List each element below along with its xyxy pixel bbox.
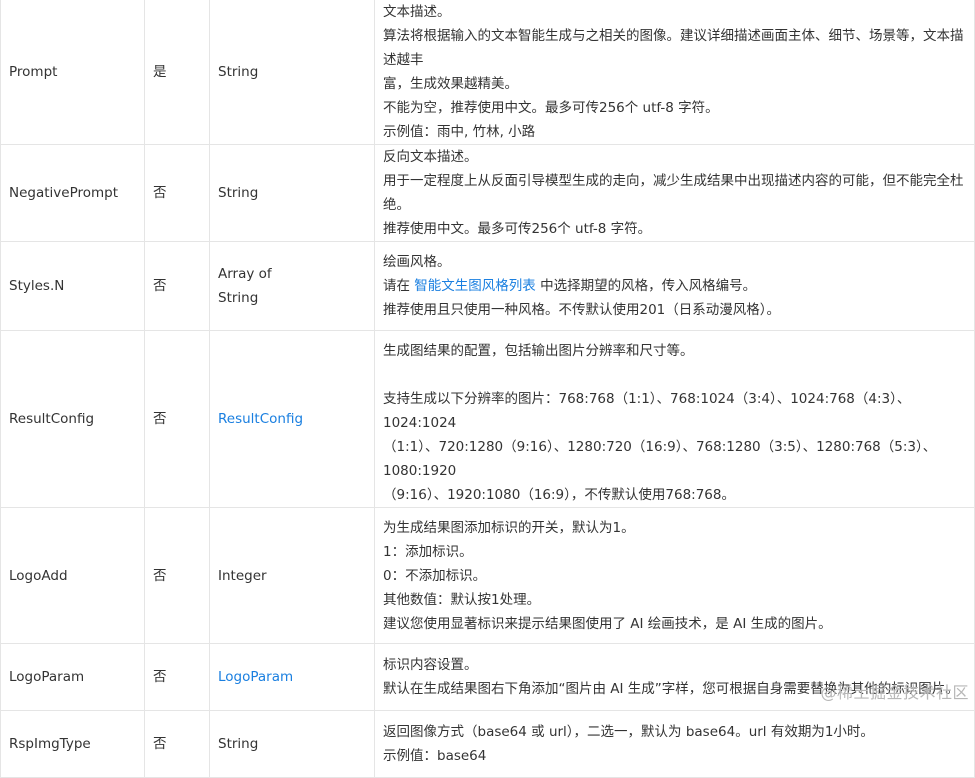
param-type-line: Array of — [218, 266, 272, 282]
logoparam-type-link[interactable]: LogoParam — [218, 669, 293, 685]
description-line: 返回图像方式（base64 或 url），二选一，默认为 base64。url … — [383, 724, 874, 740]
link-prefix: 请在 — [383, 278, 415, 294]
param-required: 否 — [144, 710, 210, 778]
param-type-line: String — [218, 290, 259, 306]
description-line: 示例值：base64 — [383, 748, 487, 764]
description-line: 1：添加标识。 — [383, 543, 473, 560]
table-row: LogoAdd 否 Integer 为生成结果图添加标识的开关，默认为1。 1：… — [0, 507, 975, 644]
param-name: ResultConfig — [0, 330, 145, 508]
param-name: LogoParam — [0, 643, 145, 711]
table-row: RspImgType 否 String 返回图像方式（base64 或 url）… — [0, 710, 975, 778]
param-type-link-cell: LogoParam — [209, 643, 375, 711]
param-type: Integer — [209, 507, 375, 644]
description-line: 生成图结果的配置，包括输出图片分辨率和尺寸等。 — [383, 343, 694, 359]
description-line: 文本描述。 — [383, 4, 451, 20]
param-description: 生成图结果的配置，包括输出图片分辨率和尺寸等。 支持生成以下分辨率的图片：768… — [374, 330, 975, 508]
table-row: ResultConfig 否 ResultConfig 生成图结果的配置，包括输… — [0, 330, 975, 508]
link-suffix: 中选择期望的风格，传入风格编号。 — [535, 278, 757, 294]
table-row: Styles.N 否 Array of String 绘画风格。 请在 智能文生… — [0, 241, 975, 331]
param-type: String — [209, 710, 375, 778]
param-type: String — [209, 0, 375, 145]
resultconfig-type-link[interactable]: ResultConfig — [218, 411, 303, 427]
api-parameter-table: Prompt 是 String 文本描述。 算法将根据输入的文本智能生成与之相关… — [0, 0, 975, 778]
param-description: 绘画风格。 请在 智能文生图风格列表 中选择期望的风格，传入风格编号。 推荐使用… — [374, 241, 975, 331]
table-row: NegativePrompt 否 String 反向文本描述。 用于一定程度上从… — [0, 144, 975, 242]
param-required: 否 — [144, 507, 210, 644]
param-type: Array of String — [209, 241, 375, 331]
param-required: 否 — [144, 144, 210, 242]
param-required: 否 — [144, 330, 210, 508]
description-line: 为生成结果图添加标识的开关，默认为1。 — [383, 519, 635, 536]
param-name: LogoAdd — [0, 507, 145, 644]
description-line: 推荐使用且只使用一种风格。不传默认使用201（日系动漫风格）。 — [383, 302, 781, 318]
param-name: Styles.N — [0, 241, 145, 331]
param-name: Prompt — [0, 0, 145, 145]
param-description: 反向文本描述。 用于一定程度上从反面引导模型生成的走向，减少生成结果中出现描述内… — [374, 144, 975, 242]
description-line: 不能为空，推荐使用中文。最多可传256个 utf-8 字符。 — [383, 100, 719, 116]
description-line: 用于一定程度上从反面引导模型生成的走向，减少生成结果中出现描述内容的可能，但不能… — [383, 173, 964, 213]
description-line: 富，生成效果越精美。 — [383, 76, 518, 92]
param-required: 是 — [144, 0, 210, 145]
param-description: 返回图像方式（base64 或 url），二选一，默认为 base64。url … — [374, 710, 975, 778]
description-line: 建议您使用显著标识来提示结果图使用了 AI 绘画技术，是 AI 生成的图片。 — [383, 615, 832, 632]
description-line: 支持生成以下分辨率的图片：768:768（1:1）、768:1024（3:4）、… — [383, 391, 911, 431]
param-name: RspImgType — [0, 710, 145, 778]
description-line: 推荐使用中文。最多可传256个 utf-8 字符。 — [383, 221, 652, 237]
param-name: NegativePrompt — [0, 144, 145, 242]
description-line: 示例值：雨中, 竹林, 小路 — [383, 124, 536, 140]
description-line: 其他数值：默认按1处理。 — [383, 591, 541, 608]
param-required: 否 — [144, 241, 210, 331]
description-line: 绘画风格。 — [383, 254, 451, 270]
table-row: Prompt 是 String 文本描述。 算法将根据输入的文本智能生成与之相关… — [0, 0, 975, 145]
param-description: 文本描述。 算法将根据输入的文本智能生成与之相关的图像。建议详细描述画面主体、细… — [374, 0, 975, 145]
param-description: 为生成结果图添加标识的开关，默认为1。 1：添加标识。 0：不添加标识。 其他数… — [374, 507, 975, 644]
param-required: 否 — [144, 643, 210, 711]
description-line: （1:1）、720:1280（9:16）、1280:720（16:9）、768:… — [383, 439, 937, 479]
description-spacer — [383, 363, 966, 387]
description-line-with-link: 请在 智能文生图风格列表 中选择期望的风格，传入风格编号。 — [383, 274, 966, 298]
description-line: 标识内容设置。 — [383, 657, 478, 673]
watermark: @稀土掘金技术社区 — [820, 683, 969, 702]
description-line: （9:16）、1920:1080（16:9），不传默认使用768:768。 — [383, 487, 735, 503]
param-type-link-cell: ResultConfig — [209, 330, 375, 508]
param-type: String — [209, 144, 375, 242]
description-line: 算法将根据输入的文本智能生成与之相关的图像。建议详细描述画面主体、细节、场景等，… — [383, 28, 964, 68]
description-line: 0：不添加标识。 — [383, 567, 487, 584]
style-list-link[interactable]: 智能文生图风格列表 — [414, 278, 536, 294]
description-line: 反向文本描述。 — [383, 149, 478, 165]
